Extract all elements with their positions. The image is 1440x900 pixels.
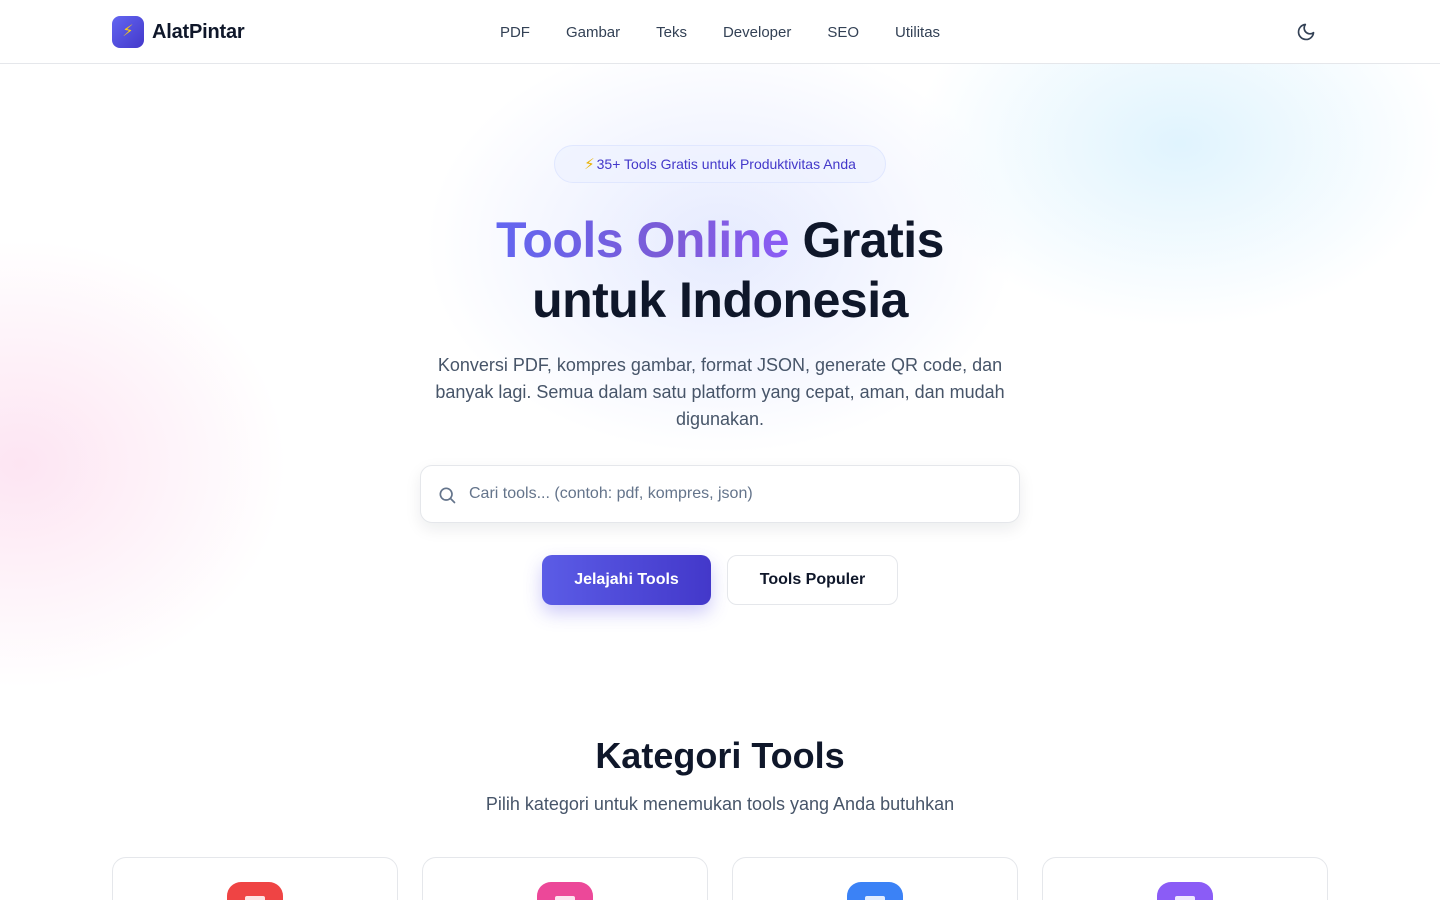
search-input[interactable] <box>469 466 1009 522</box>
explore-tools-button[interactable]: Jelajahi Tools <box>542 555 711 605</box>
brand-logo[interactable]: ⚡ AlatPintar <box>112 16 245 48</box>
theme-toggle-button[interactable] <box>1293 19 1319 45</box>
search-icon <box>439 487 456 504</box>
search-box <box>420 465 1020 523</box>
category-card-teks[interactable] <box>732 857 1018 900</box>
hero-section: ⚡ 35+ Tools Gratis untuk Produktivitas A… <box>0 64 1440 704</box>
hero-badge: ⚡ 35+ Tools Gratis untuk Produktivitas A… <box>554 145 886 183</box>
categories-subtitle: Pilih kategori untuk menemukan tools yan… <box>485 794 955 814</box>
nav-item-seo[interactable]: SEO <box>827 24 859 41</box>
nav-item-pdf[interactable]: PDF <box>500 24 530 41</box>
popular-tools-button[interactable]: Tools Populer <box>727 555 898 605</box>
category-card-developer[interactable] <box>1042 857 1328 900</box>
categories-title: Kategori Tools <box>595 735 845 776</box>
code-icon <box>1157 882 1213 900</box>
moon-icon <box>1297 23 1315 41</box>
top-navbar: ⚡ AlatPintar PDF Gambar Teks Developer S… <box>0 0 1440 64</box>
text-icon <box>847 882 903 900</box>
category-card-pdf[interactable] <box>112 857 398 900</box>
nav-item-developer[interactable]: Developer <box>723 24 791 41</box>
hero-title-line2: untuk Indonesia <box>532 272 908 328</box>
pdf-icon <box>227 882 283 900</box>
hero-title: Tools Online Gratis untuk Indonesia <box>0 210 1440 330</box>
category-card-gambar[interactable] <box>422 857 708 900</box>
nav-item-gambar[interactable]: Gambar <box>566 24 620 41</box>
brand-name: AlatPintar <box>152 20 245 43</box>
lightning-icon: ⚡ <box>112 16 144 48</box>
nav-item-teks[interactable]: Teks <box>656 24 687 41</box>
hero-title-rest: Gratis <box>802 212 944 268</box>
lightning-icon: ⚡ <box>584 156 595 173</box>
image-icon <box>537 882 593 900</box>
hero-subtitle: Konversi PDF, kompres gambar, format JSO… <box>435 355 1005 429</box>
hero-title-highlight: Tools Online <box>496 212 790 268</box>
category-cards <box>112 857 1328 900</box>
nav-item-utilitas[interactable]: Utilitas <box>895 24 940 41</box>
hero-badge-text: 35+ Tools Gratis untuk Produktivitas And… <box>596 156 856 172</box>
